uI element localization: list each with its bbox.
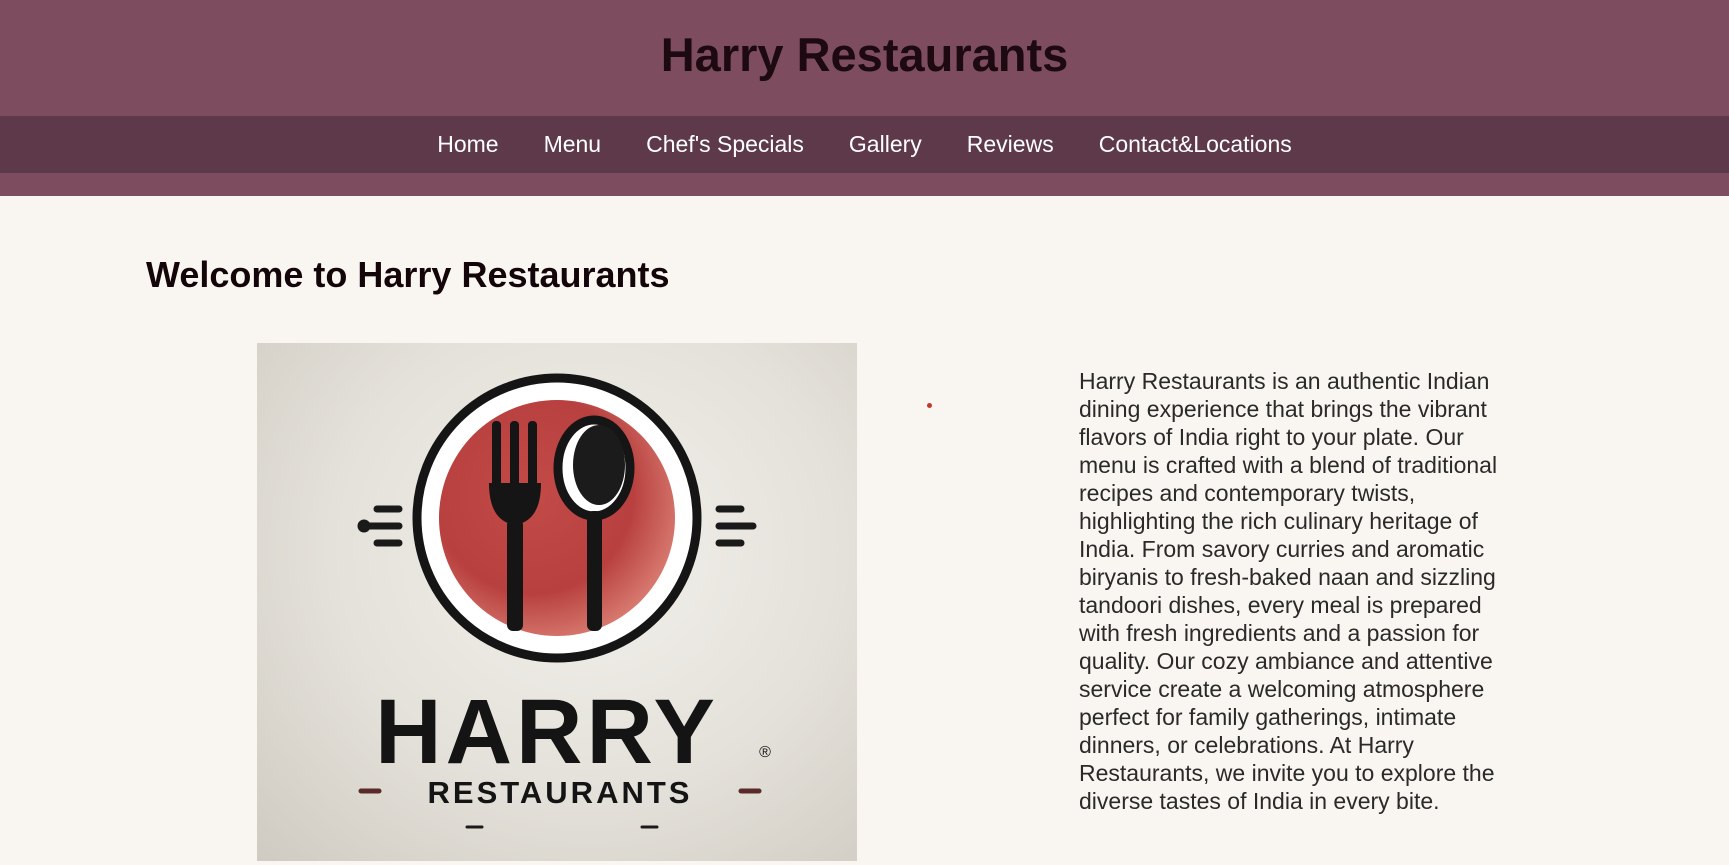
logo-sub-text: RESTAURANTS xyxy=(428,775,693,810)
nav-contact-locations[interactable]: Contact&Locations xyxy=(1099,131,1292,158)
right-lines-decoration xyxy=(715,505,757,547)
site-title: Harry Restaurants xyxy=(660,28,1069,81)
red-dot-decoration xyxy=(927,403,932,408)
main-nav: Home Menu Chef's Specials Gallery Review… xyxy=(0,116,1729,173)
nav-reviews[interactable]: Reviews xyxy=(967,131,1054,158)
nav-menu[interactable]: Menu xyxy=(544,131,602,158)
fork-and-spoon-plate-icon: HARRY ® RESTAURANTS xyxy=(357,373,771,829)
nav-home[interactable]: Home xyxy=(437,131,498,158)
nav-gallery[interactable]: Gallery xyxy=(849,131,922,158)
welcome-heading: Welcome to Harry Restaurants xyxy=(146,254,670,295)
restaurant-logo-image: HARRY ® RESTAURANTS xyxy=(257,343,857,861)
nav-chefs-specials[interactable]: Chef's Specials xyxy=(646,131,804,158)
about-paragraph: Harry Restaurants is an authentic Indian… xyxy=(1079,368,1498,814)
logo-brand-text: HARRY xyxy=(375,681,719,783)
left-lines-decoration xyxy=(357,505,403,547)
site-header: Harry Restaurants Home Menu Chef's Speci… xyxy=(0,0,1729,196)
registered-mark: ® xyxy=(759,744,771,761)
